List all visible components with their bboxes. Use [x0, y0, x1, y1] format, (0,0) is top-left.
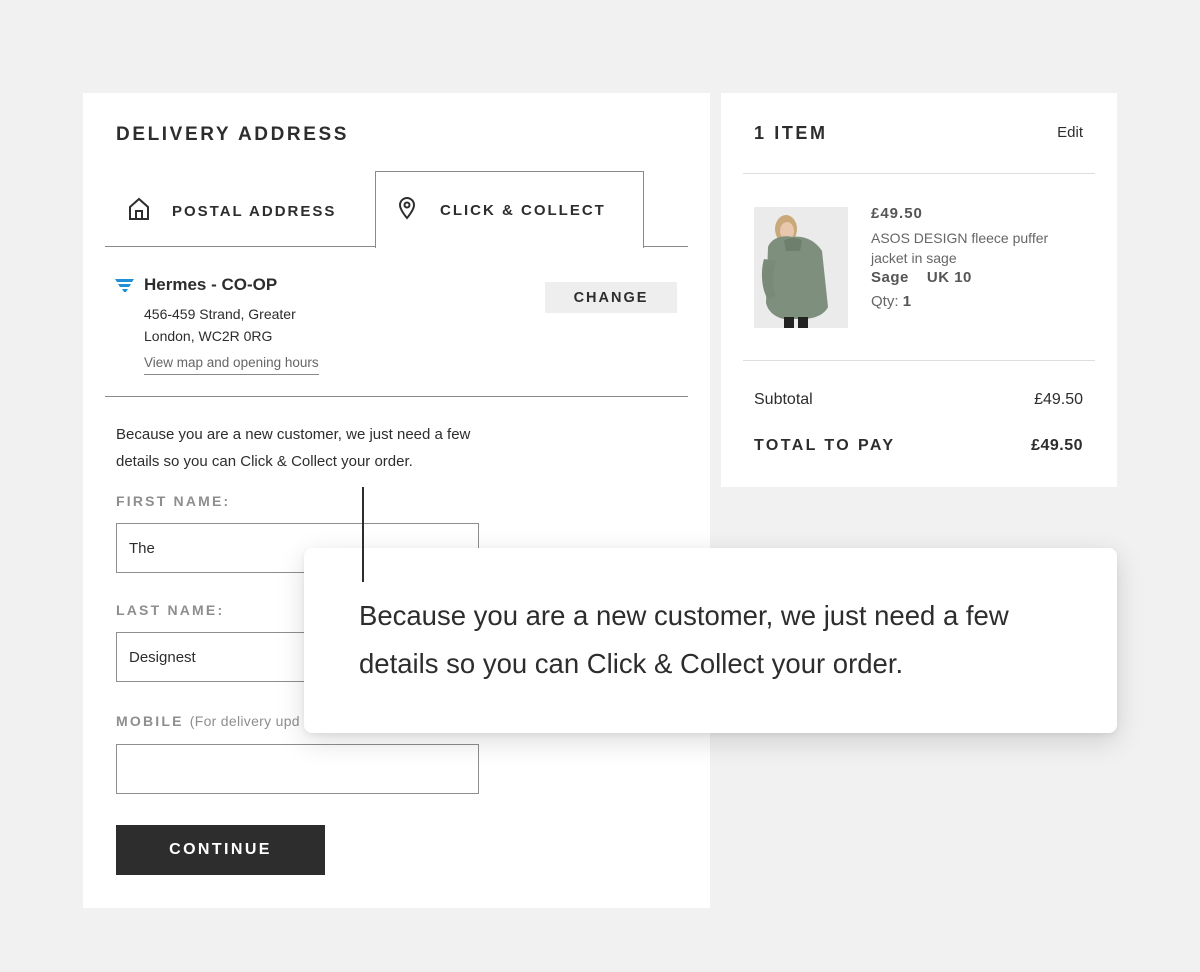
store-address: 456-459 Strand, Greater London, WC2R 0RG	[144, 303, 344, 347]
edit-basket-link[interactable]: Edit	[1057, 124, 1083, 141]
first-name-label: FIRST NAME:	[116, 493, 231, 509]
last-name-label: LAST NAME:	[116, 602, 225, 618]
tab-collect-label: CLICK & COLLECT	[440, 201, 606, 219]
callout-line: Because you are a new customer, we just …	[359, 600, 1009, 631]
tab-divider	[643, 246, 688, 247]
product-name[interactable]: ASOS DESIGN fleece puffer jacket in sage	[871, 228, 1081, 268]
store-address-line1: 456-459 Strand, Greater	[144, 306, 296, 322]
tab-postal-label: POSTAL ADDRESS	[172, 202, 337, 220]
store-address-line2: London, WC2R 0RG	[144, 328, 273, 344]
product-size: UK 10	[926, 269, 972, 286]
total-label: TOTAL TO PAY	[754, 437, 896, 454]
product-variant: Sage UK 10	[871, 269, 972, 286]
change-store-button[interactable]: CHANGE	[545, 282, 677, 313]
item-count-title: 1 ITEM	[754, 123, 828, 143]
tab-divider	[105, 246, 376, 247]
callout-text: Because you are a new customer, we just …	[359, 592, 1099, 688]
mobile-label: MOBILE (For delivery upd	[116, 713, 300, 729]
product-name-line: ASOS DESIGN fleece puffer	[871, 230, 1049, 246]
summary-divider	[743, 173, 1095, 174]
store-name: Hermes - CO-OP	[144, 275, 278, 294]
view-map-link[interactable]: View map and opening hours	[144, 355, 319, 375]
callout-line: details so you can Click & Collect your …	[359, 648, 904, 679]
product-photo	[754, 207, 848, 328]
hermes-logo-icon	[115, 279, 135, 298]
qty-value: 1	[902, 293, 912, 310]
product-name-line: jacket in sage	[871, 250, 957, 266]
continue-button[interactable]: CONTINUE	[116, 825, 325, 875]
product-quantity: Qty: 1	[871, 293, 911, 310]
total-value: £49.50	[1031, 437, 1083, 454]
location-pin-icon	[398, 196, 416, 225]
mobile-input[interactable]	[116, 744, 479, 794]
callout-pointer-line	[362, 487, 364, 582]
zoom-callout: Because you are a new customer, we just …	[304, 548, 1117, 733]
section-divider	[105, 396, 688, 397]
product-price: £49.50	[871, 205, 923, 222]
subtotal-value: £49.50	[1034, 391, 1083, 408]
product-image[interactable]	[754, 207, 848, 328]
summary-divider	[743, 360, 1095, 361]
delivery-address-panel: DELIVERY ADDRESS POSTAL ADDRESS CLICK & …	[83, 93, 710, 908]
mobile-label-note: (For delivery upd	[189, 713, 300, 729]
subtotal-label: Subtotal	[754, 391, 813, 408]
home-icon	[128, 197, 150, 226]
mobile-label-text: MOBILE	[116, 713, 184, 729]
tab-postal-address[interactable]: POSTAL ADDRESS	[128, 196, 336, 226]
intro-line: details so you can Click & Collect your …	[116, 453, 413, 470]
intro-line: Because you are a new customer, we just …	[116, 426, 471, 443]
qty-label: Qty:	[871, 293, 899, 310]
product-colour: Sage	[871, 269, 909, 286]
tab-click-collect[interactable]: CLICK & COLLECT	[375, 171, 644, 248]
delivery-address-title: DELIVERY ADDRESS	[116, 124, 350, 145]
new-customer-intro: Because you are a new customer, we just …	[116, 421, 516, 475]
basket-summary-panel: 1 ITEM Edit £49.50 ASOS DESIGN fleece pu…	[721, 93, 1117, 487]
